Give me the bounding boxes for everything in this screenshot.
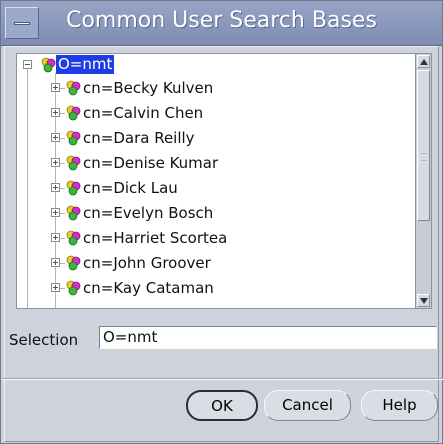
tree-item-label[interactable]: cn=Calvin Chen [83,102,203,124]
tree-item-label[interactable]: cn=Becky Kulven [83,77,213,99]
tree-row[interactable]: cn=Kay Cataman [17,277,415,299]
tree-row[interactable]: cn=Harriet Scortea [17,227,415,249]
user-node-icon [66,155,81,171]
tree-item-label[interactable]: cn=Dick Lau [83,177,178,199]
tree-row[interactable]: cn=Evelyn Bosch [17,202,415,224]
organization-node-icon [41,57,56,73]
scroll-down-button[interactable] [417,294,430,307]
ok-button[interactable]: OK [186,390,258,421]
selection-label: Selection [9,331,79,349]
expand-icon[interactable] [51,208,60,217]
search-base-tree[interactable]: O=nmt cn=Becky Kulven cn=Calvin Chen cn=… [16,53,416,309]
tree-row[interactable]: cn=Denise Kumar [17,152,415,174]
user-node-icon [66,105,81,121]
tree-item-label[interactable]: cn=Denise Kumar [83,152,218,174]
tree-row[interactable]: cn=John Groover [17,252,415,274]
expand-icon[interactable] [51,108,60,117]
tree-row[interactable]: cn=Dara Reilly [17,127,415,149]
expand-icon[interactable] [51,233,60,242]
scroll-down-icon [420,298,428,304]
tree-item-label[interactable]: cn=John Groover [83,252,211,274]
tree-item-label[interactable]: cn=Dara Reilly [83,127,195,149]
user-node-icon [66,130,81,146]
selection-field[interactable]: O=nmt [99,326,437,349]
user-node-icon [66,230,81,246]
expand-icon[interactable] [51,258,60,267]
tree-item-label[interactable]: cn=Harriet Scortea [83,227,227,249]
user-node-icon [66,255,81,271]
separator [2,379,443,380]
tree-row[interactable]: cn=Becky Kulven [17,77,415,99]
expand-icon[interactable] [51,158,60,167]
tree-item-label[interactable]: cn=Evelyn Bosch [83,202,213,224]
tree-item-label[interactable]: cn=Kay Cataman [83,277,214,299]
tree-row-root[interactable]: O=nmt [17,54,415,76]
scroll-up-icon [420,59,428,65]
scroll-thumb[interactable] [417,70,430,221]
help-button[interactable]: Help [361,390,438,421]
dialog-window: Common User Search Bases O=nmt cn=Becky … [0,0,443,444]
vertical-scrollbar[interactable] [416,53,432,309]
scroll-up-button[interactable] [417,55,430,68]
expand-icon[interactable] [51,283,60,292]
expand-icon[interactable] [51,83,60,92]
tree-row[interactable]: cn=Dick Lau [17,177,415,199]
user-node-icon [66,180,81,196]
cancel-button[interactable]: Cancel [264,390,351,421]
expand-icon[interactable] [51,133,60,142]
tree-row[interactable]: cn=Calvin Chen [17,102,415,124]
window-title: Common User Search Bases [66,8,377,33]
title-bar: Common User Search Bases [1,1,442,46]
user-node-icon [66,205,81,221]
user-node-icon [66,280,81,296]
collapse-icon[interactable] [23,60,32,69]
tree-root-label[interactable]: O=nmt [56,55,115,74]
user-node-icon [66,80,81,96]
expand-icon[interactable] [51,183,60,192]
